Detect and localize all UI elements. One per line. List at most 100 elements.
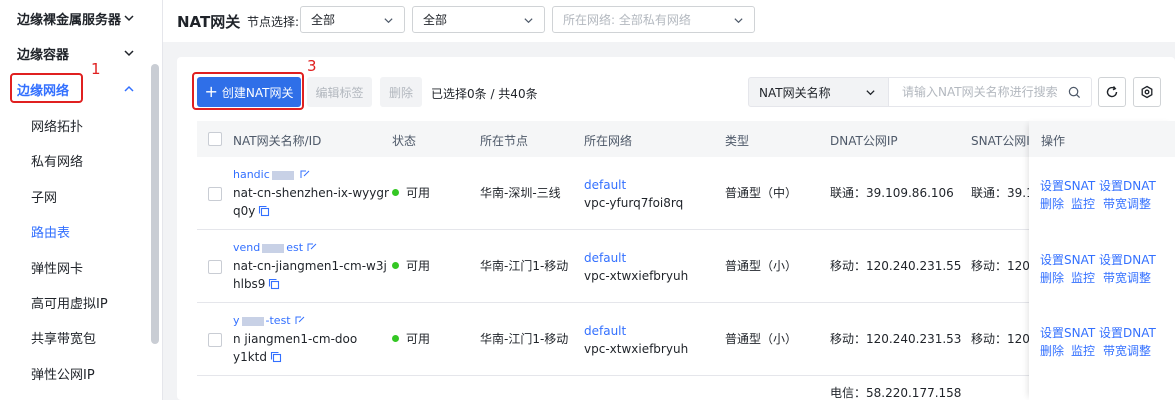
search-field-select[interactable]: NAT网关名称	[748, 77, 889, 107]
redacted-mask	[241, 316, 264, 326]
bandwidth-adjust-link[interactable]: 带宽调整	[1103, 269, 1151, 286]
sidebar-scrollbar[interactable]	[151, 64, 159, 344]
node-select-node[interactable]: 全部	[412, 6, 545, 33]
copy-icon[interactable]	[258, 205, 270, 217]
chevron-down-icon	[124, 15, 134, 22]
set-dnat-link[interactable]: 设置DNAT	[1099, 251, 1156, 268]
refresh-button[interactable]	[1098, 77, 1126, 107]
gateway-id-line2: y1ktd	[233, 348, 357, 366]
monitor-link[interactable]: 监控	[1071, 195, 1095, 212]
copy-icon[interactable]	[268, 278, 280, 290]
node-select-label: 节点选择:	[247, 15, 300, 29]
column-header-network: 所在网络	[584, 134, 633, 148]
chevron-down-icon	[524, 18, 533, 24]
search-input[interactable]	[902, 85, 1067, 99]
annotation-number-3: 3	[307, 57, 317, 75]
network-link[interactable]: default	[584, 322, 688, 340]
edit-icon[interactable]	[294, 314, 306, 326]
sidebar-item-eni[interactable]: 弹性网卡	[31, 258, 83, 277]
gateway-name-text: vend	[233, 241, 261, 254]
delete-button[interactable]: 删除	[380, 77, 422, 107]
main-card: + 创建NAT网关 3 编辑标签 删除 已选择0条 / 共40条 NAT网关名称…	[177, 57, 1175, 400]
sidebar-group-container[interactable]: 边缘容器	[17, 44, 134, 63]
type-cell: 普通型（小）	[725, 332, 798, 346]
gateway-name-link[interactable]: y -test	[233, 312, 357, 330]
search-field-select-value: NAT网关名称	[759, 85, 831, 100]
gateway-name-link[interactable]: vend est	[233, 239, 387, 257]
chevron-up-icon	[124, 85, 134, 92]
set-dnat-link[interactable]: 设置DNAT	[1099, 324, 1156, 341]
column-header-ops: 操作	[1041, 134, 1066, 148]
network-link[interactable]: default	[584, 176, 683, 194]
gateway-id-tail: q0y	[233, 204, 256, 218]
set-snat-link[interactable]: 设置SNAT	[1040, 177, 1095, 194]
operations-column: 操作 设置SNAT 设置DNAT 删除 监控 带宽调整 设置SNAT 设置DNA…	[1029, 121, 1175, 400]
annotation-number-1: 1	[91, 60, 101, 78]
monitor-link[interactable]: 监控	[1071, 342, 1095, 359]
sidebar-item-topology[interactable]: 网络拓扑	[31, 116, 83, 135]
search-box	[889, 77, 1092, 107]
selection-count: 已选择0条 / 共40条	[431, 87, 538, 101]
set-snat-link[interactable]: 设置SNAT	[1040, 324, 1095, 341]
delete-link[interactable]: 删除	[1040, 269, 1064, 286]
chevron-down-icon	[124, 50, 134, 57]
dnat-cell: 电信：58.220.177.158	[830, 386, 962, 400]
network-cell: default vpc-xtwxiefbryuh	[584, 249, 688, 285]
status-text: 可用	[406, 186, 431, 200]
gateway-id-line1: nat-cn-shenzhen-ix-wyygr	[233, 186, 389, 200]
gateway-name-link[interactable]: handic	[233, 166, 389, 184]
gateway-name-cell: handic nat-cn-shenzhen-ix-wyygr q0y	[233, 166, 389, 220]
row-checkbox[interactable]	[208, 333, 222, 347]
status-dot	[392, 335, 399, 342]
column-header-name: NAT网关名称/ID	[233, 134, 322, 148]
select-all-checkbox[interactable]	[208, 132, 222, 146]
status-text: 可用	[406, 259, 431, 273]
sidebar-item-route-table[interactable]: 路由表	[31, 222, 70, 241]
sidebar-group-label: 边缘裸金属服务器	[17, 13, 122, 28]
edit-icon[interactable]	[299, 168, 311, 180]
chevron-down-icon	[384, 18, 393, 24]
sidebar-item-bandwidth-package[interactable]: 共享带宽包	[31, 328, 96, 347]
copy-icon[interactable]	[270, 351, 282, 363]
sidebar-item-subnet[interactable]: 子网	[31, 187, 57, 206]
network-id: vpc-xtwxiefbryuh	[584, 342, 689, 356]
network-id: vpc-xtwxiefbryuh	[584, 269, 689, 283]
gateway-name-cell: vend est nat-cn-jiangmen1-cm-w3j hlbs9	[233, 239, 387, 293]
monitor-link[interactable]: 监控	[1071, 269, 1095, 286]
sidebar-group-bare-metal[interactable]: 边缘裸金属服务器	[17, 9, 134, 28]
network-link[interactable]: default	[584, 249, 688, 267]
node-select-region-value: 全部	[311, 13, 336, 27]
network-select-value: 所在网络: 全部私有网络	[563, 13, 691, 27]
status-cell: 可用	[392, 330, 430, 348]
column-header-type: 类型	[725, 134, 750, 148]
network-id: vpc-yfurq7foi8rq	[584, 196, 684, 210]
set-snat-link[interactable]: 设置SNAT	[1040, 251, 1095, 268]
status-cell: 可用	[392, 184, 430, 202]
edit-icon[interactable]	[306, 241, 318, 253]
dnat-cell: 移动：120.240.231.53	[830, 332, 962, 346]
gateway-name-cell: y -test n jiangmen1-cm-doo y1ktd	[233, 312, 357, 366]
gateway-name-text: y	[233, 314, 240, 327]
chevron-down-icon	[866, 90, 875, 96]
delete-link[interactable]: 删除	[1040, 342, 1064, 359]
set-dnat-link[interactable]: 设置DNAT	[1099, 177, 1156, 194]
sidebar-item-havip[interactable]: 高可用虚拟IP	[31, 293, 108, 312]
network-select[interactable]: 所在网络: 全部私有网络	[552, 6, 755, 33]
gateway-id-tail: y1ktd	[233, 350, 268, 364]
bandwidth-adjust-link[interactable]: 带宽调整	[1103, 342, 1151, 359]
settings-button[interactable]	[1133, 77, 1161, 107]
edit-tags-button[interactable]: 编辑标签	[307, 77, 372, 107]
row-checkbox[interactable]	[208, 260, 222, 274]
gateway-id-tail: hlbs9	[233, 277, 266, 291]
row-checkbox[interactable]	[208, 187, 222, 201]
sidebar-item-vpc[interactable]: 私有网络	[31, 151, 83, 170]
type-cell: 普通型（小）	[725, 259, 798, 273]
bandwidth-adjust-link[interactable]: 带宽调整	[1103, 195, 1151, 212]
column-header-status: 状态	[392, 134, 417, 148]
delete-link[interactable]: 删除	[1040, 195, 1064, 212]
search-icon[interactable]	[1068, 86, 1081, 99]
node-select-node-value: 全部	[423, 13, 448, 27]
sidebar-item-eip[interactable]: 弹性公网IP	[31, 364, 95, 383]
column-header-dnat: DNAT公网IP	[830, 134, 898, 148]
node-select-region[interactable]: 全部	[300, 6, 405, 33]
